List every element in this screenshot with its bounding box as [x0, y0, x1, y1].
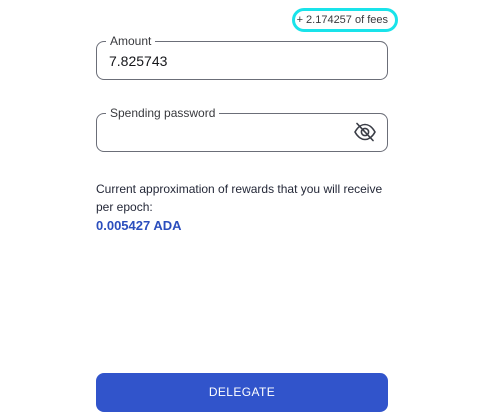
amount-label: Amount [106, 34, 156, 48]
fees-amount: + 2.174257 of fees [296, 14, 388, 26]
spending-password-label: Spending password [106, 106, 220, 120]
delegate-button[interactable]: DELEGATE [96, 373, 388, 412]
delegation-form: + 2.174257 of fees Amount 7.825743 Spend… [0, 0, 480, 420]
rewards-value: 0.005427 ADA [96, 218, 182, 233]
amount-value: 7.825743 [109, 53, 168, 69]
eye-slash-icon[interactable] [353, 122, 377, 142]
spending-password-field[interactable]: Spending password [96, 106, 388, 152]
amount-field[interactable]: Amount 7.825743 [96, 34, 388, 80]
rewards-caption: Current approximation of rewards that yo… [96, 182, 383, 214]
